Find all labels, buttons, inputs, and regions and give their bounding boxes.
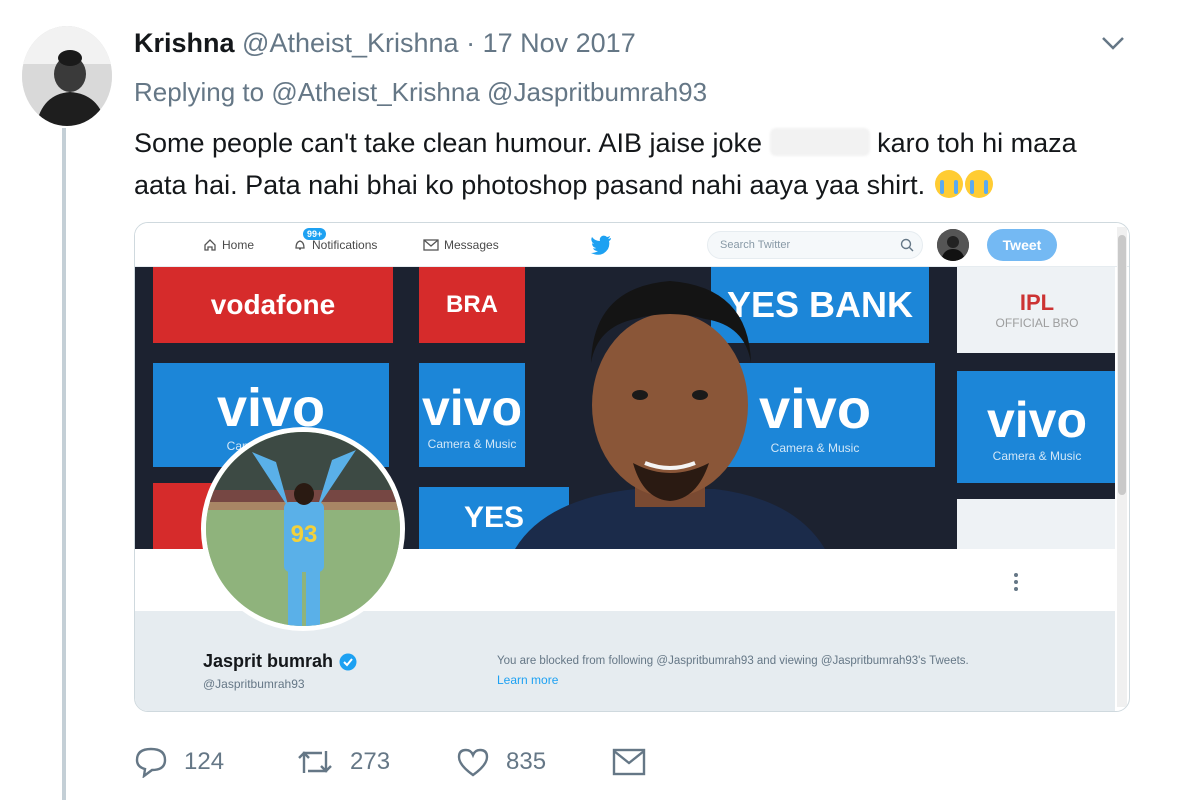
banner-ad-text: vodafone (210, 289, 336, 320)
banner-ad-text: IPL (1019, 290, 1055, 315)
jersey-number: 93 (291, 521, 318, 548)
reply-mention[interactable]: @Jaspritbumrah93 (487, 77, 707, 107)
tweet-text: Some people can't take clean humour. AIB… (134, 122, 1134, 206)
profile-name[interactable]: Jasprit bumrah (203, 651, 357, 672)
tweet-header: Krishna @Atheist_Krishna · 17 Nov 2017 (134, 26, 636, 60)
search-icon (900, 238, 914, 252)
chevron-down-icon[interactable] (1098, 30, 1128, 56)
reply-count: 124 (184, 748, 225, 775)
nav-notifications-label: Notifications (312, 238, 378, 252)
nav-home[interactable]: Home (203, 236, 254, 254)
reply-mention[interactable]: @Atheist_Krishna (271, 77, 480, 107)
crying-face-icon (964, 170, 993, 198)
envelope-icon (612, 748, 646, 776)
tweet-button[interactable]: Tweet (987, 229, 1057, 261)
banner-ad-subtext: Camera & Music (427, 437, 517, 451)
banner-ad-vivo: vivo Camera & Music (957, 371, 1115, 483)
blocked-message: You are blocked from following @Jaspritb… (497, 655, 969, 667)
twitter-nav-bar: Home Notifications 99+ Messages Search T… (135, 223, 1129, 267)
reply-icon (135, 747, 167, 778)
separator-dot: · (466, 28, 476, 58)
reply-button[interactable]: 124 (134, 742, 224, 782)
crying-face-icon (934, 170, 963, 198)
banner-ad-text: BRA (446, 291, 498, 318)
author-name[interactable]: Krishna (134, 28, 235, 58)
author-handle[interactable]: @Atheist_Krishna (242, 28, 459, 58)
replying-prefix: Replying to (134, 77, 265, 107)
player-portrait (515, 281, 825, 549)
retweet-count: 273 (350, 748, 391, 775)
redacted-word (769, 128, 870, 156)
thread-line (62, 128, 66, 800)
notifications-badge: 99+ (303, 228, 327, 240)
direct-message-button[interactable] (612, 742, 646, 782)
like-count: 835 (506, 748, 547, 775)
nav-messages[interactable]: Messages (423, 236, 499, 254)
banner-ad-subtext: Camera & Music (992, 449, 1082, 463)
nav-home-label: Home (222, 238, 255, 252)
profile-handle[interactable]: @Jaspritbumrah93 (203, 677, 305, 691)
envelope-icon (423, 239, 439, 251)
nav-messages-label: Messages (444, 238, 499, 252)
retweet-button[interactable]: 273 (296, 742, 390, 782)
banner-ad-ipl: IPL OFFICIAL BRO (957, 267, 1115, 353)
nav-user-avatar[interactable] (937, 229, 969, 261)
scrollbar-thumb[interactable] (1118, 235, 1126, 495)
more-options-icon[interactable] (1011, 571, 1021, 593)
heart-icon (457, 748, 489, 777)
tweet-text-part: Some people can't take clean humour. AIB… (134, 128, 763, 158)
search-placeholder: Search Twitter (720, 239, 791, 251)
verified-badge-icon (339, 653, 357, 670)
tweet-text-part: aata hai. Pata nahi bhai ko photoshop pa… (134, 170, 926, 200)
banner-ad-text: vivo (986, 392, 1088, 448)
banner-ad-white (957, 499, 1115, 549)
banner-ad-vodafone: vodafone (153, 267, 393, 343)
replying-to: Replying to @Atheist_Krishna @Jaspritbum… (134, 76, 707, 108)
search-input[interactable]: Search Twitter (707, 231, 923, 259)
bell-icon (295, 240, 305, 250)
tweet-date[interactable]: 17 Nov 2017 (483, 28, 636, 58)
retweet-icon (298, 751, 332, 773)
like-button[interactable]: 835 (456, 742, 546, 782)
banner-ad-subtext: OFFICIAL BRO (995, 316, 1079, 330)
tweet-text-part: karo toh hi maza (877, 128, 1077, 158)
home-icon (204, 239, 216, 251)
author-avatar[interactable] (22, 26, 112, 126)
profile-name-text: Jasprit bumrah (203, 651, 334, 671)
twitter-bird-icon[interactable] (590, 235, 612, 255)
learn-more-link[interactable]: Learn more (497, 673, 558, 687)
profile-avatar[interactable]: 93 (201, 427, 405, 631)
embedded-image[interactable]: Home Notifications 99+ Messages Search T… (134, 222, 1130, 712)
